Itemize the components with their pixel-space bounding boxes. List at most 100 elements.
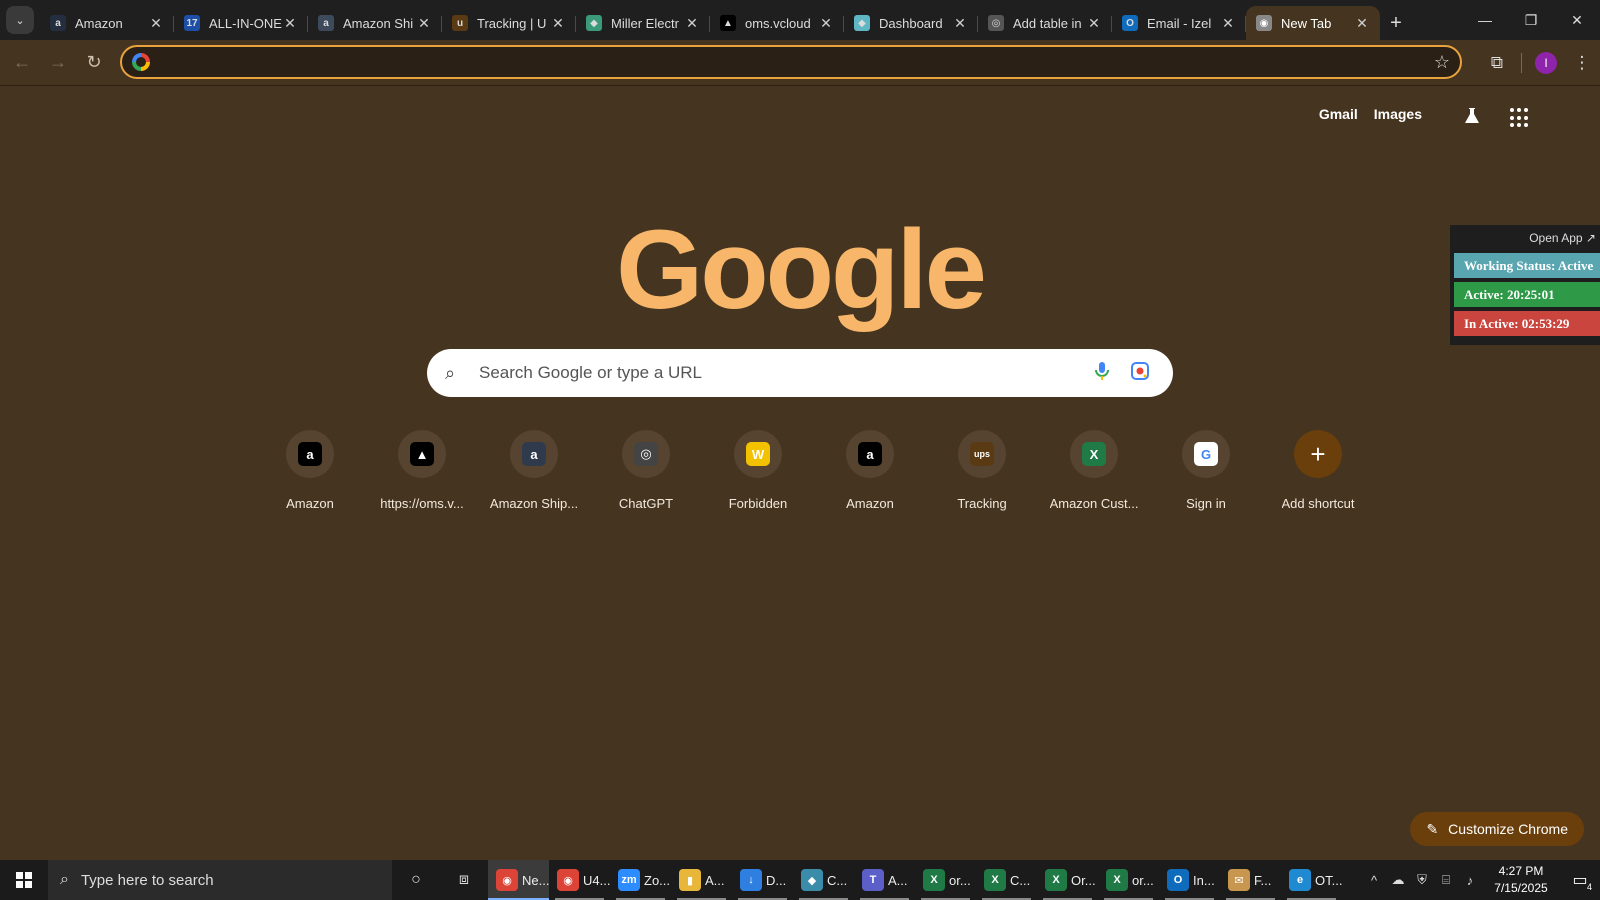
tab-5[interactable]: ▲ oms.vcloud ✕ [710, 6, 844, 40]
taskbar-app[interactable]: ◆ C... [793, 860, 854, 900]
close-tab-icon[interactable]: ✕ [148, 15, 164, 32]
customize-chrome-button[interactable]: ✎ Customize Chrome [1410, 812, 1584, 846]
taskbar-app-label: A... [888, 872, 908, 888]
tab-3[interactable]: u Tracking | U ✕ [442, 6, 576, 40]
tab-2[interactable]: a Amazon Shi ✕ [308, 6, 442, 40]
tab-0[interactable]: a Amazon ✕ [40, 6, 174, 40]
notification-center-button[interactable]: ▭ 4 [1560, 860, 1600, 900]
address-input[interactable] [160, 54, 1434, 70]
restore-button[interactable]: ❐ [1508, 0, 1554, 40]
lens-search-button[interactable] [1125, 361, 1155, 386]
close-tab-icon[interactable]: ✕ [1086, 15, 1102, 32]
plus-icon: + [1390, 11, 1402, 34]
labs-button[interactable] [1462, 106, 1482, 131]
taskbar-app[interactable]: ✉ F... [1220, 860, 1281, 900]
shortcut-tile[interactable]: W Forbidden [702, 430, 814, 511]
close-tab-icon[interactable]: ✕ [818, 15, 834, 32]
tab-7[interactable]: ◎ Add table in ✕ [978, 6, 1112, 40]
amazon-icon: a [50, 15, 66, 31]
shortcut-label: Forbidden [728, 496, 788, 511]
vcloud-icon: ▲ [410, 442, 434, 466]
google-apps-button[interactable] [1510, 108, 1530, 128]
tab-6[interactable]: ◆ Dashboard ✕ [844, 6, 978, 40]
taskbar-clock[interactable]: 4:27 PM 7/15/2025 [1482, 863, 1560, 897]
inactive-time-badge: In Active: 02:53:29 [1454, 311, 1600, 336]
search-box[interactable]: ⌕ [427, 349, 1173, 397]
security-icon[interactable]: ⛨ [1410, 872, 1434, 888]
shortcuts-grid: a Amazon ▲ https://oms.v... a Amazon Ship... ◎… [254, 430, 1374, 511]
forward-button[interactable]: → [40, 45, 76, 81]
taskbar-app[interactable]: ▮ A... [671, 860, 732, 900]
close-tab-icon[interactable]: ✕ [684, 15, 700, 32]
shortcut-icon-circle: G [1182, 430, 1230, 478]
taskbar-app[interactable]: T A... [854, 860, 915, 900]
gmail-link[interactable]: Gmail [1319, 106, 1358, 122]
close-tab-icon[interactable]: ✕ [550, 15, 566, 32]
tab-strip: ⌄ a Amazon ✕ 17 ALL-IN-ONE ✕ a Amazon Shi ✕ u Trac… [0, 0, 1600, 40]
volume-icon[interactable]: ♪ [1458, 873, 1482, 888]
google-logo: Google [616, 207, 987, 332]
menu-button[interactable]: ⋮ [1564, 45, 1600, 81]
taskbar-app-label: In... [1193, 872, 1215, 888]
profile-button[interactable]: I [1528, 45, 1564, 81]
shortcut-tile[interactable]: ◎ ChatGPT [590, 430, 702, 511]
close-tab-icon[interactable]: ✕ [952, 15, 968, 32]
taskbar-app-label: U4... [583, 872, 611, 888]
tab-4[interactable]: ◆ Miller Electr ✕ [576, 6, 710, 40]
taskbar-app[interactable]: Xor... [915, 860, 976, 900]
shortcut-icon-circle: ups [958, 430, 1006, 478]
shortcut-tile[interactable]: X Amazon Cust... [1038, 430, 1150, 511]
shortcut-tile[interactable]: G Sign in [1150, 430, 1262, 511]
tab-active[interactable]: ◉ New Tab ✕ [1246, 6, 1380, 40]
add-shortcut-label: Add shortcut [1281, 496, 1355, 511]
close-tab-icon[interactable]: ✕ [1220, 15, 1236, 32]
shortcut-tile[interactable]: ▲ https://oms.v... [366, 430, 478, 511]
onedrive-icon[interactable]: ☁ [1386, 872, 1410, 888]
tab-title: ALL-IN-ONE [209, 15, 282, 31]
shortcut-tile[interactable]: a Amazon Ship... [478, 430, 590, 511]
microphone-icon [1095, 361, 1109, 380]
taskbar-app[interactable]: ↓ D... [732, 860, 793, 900]
shortcut-tile[interactable]: a Amazon [814, 430, 926, 511]
notification-icon: ▭ [1572, 872, 1588, 889]
shortcut-icon-circle: a [846, 430, 894, 478]
address-bar[interactable]: ☆ [120, 45, 1462, 79]
tab-title: Dashboard [879, 15, 943, 31]
voice-search-button[interactable] [1087, 361, 1117, 386]
cortana-button[interactable]: ○ [392, 860, 440, 900]
back-button[interactable]: ← [4, 45, 40, 81]
close-tab-icon[interactable]: ✕ [416, 15, 432, 32]
add-shortcut-button[interactable]: + Add shortcut [1262, 430, 1374, 511]
close-tab-icon[interactable]: ✕ [1354, 15, 1370, 32]
tab-8[interactable]: O Email - Izel ✕ [1112, 6, 1246, 40]
taskbar-app[interactable]: ◉ Ne... [488, 860, 549, 900]
taskbar-search[interactable]: ⌕ Type here to search [48, 860, 392, 900]
tab-1[interactable]: 17 ALL-IN-ONE ✕ [174, 6, 308, 40]
tray-overflow-icon[interactable]: ^ [1362, 873, 1386, 888]
network-icon[interactable]: ⌸ [1434, 872, 1458, 888]
taskbar-app[interactable]: X C... [976, 860, 1037, 900]
shortcut-tile[interactable]: ups Tracking [926, 430, 1038, 511]
tab-search-button[interactable]: ⌄ [6, 6, 34, 34]
taskbar-app[interactable]: e OT... [1281, 860, 1342, 900]
close-tab-icon[interactable]: ✕ [282, 15, 298, 32]
close-window-button[interactable]: ✕ [1554, 0, 1600, 40]
taskbar-app[interactable]: O In... [1159, 860, 1220, 900]
task-view-button[interactable]: ⧈ [440, 860, 488, 900]
avatar: I [1535, 52, 1557, 74]
taskbar-app[interactable]: ◉ U4... [549, 860, 610, 900]
shortcut-tile[interactable]: a Amazon [254, 430, 366, 511]
bookmark-star-icon[interactable]: ☆ [1434, 52, 1450, 73]
taskbar-app[interactable]: zm Zo... [610, 860, 671, 900]
taskbar-app[interactable]: X Or... [1037, 860, 1098, 900]
clock-date: 7/15/2025 [1494, 881, 1548, 895]
open-app-link[interactable]: Open App ↗ [1450, 231, 1600, 249]
new-tab-button[interactable]: + [1380, 6, 1412, 40]
minimize-button[interactable]: — [1462, 0, 1508, 40]
search-input[interactable] [479, 363, 1087, 383]
images-link[interactable]: Images [1374, 106, 1422, 122]
taskbar-app[interactable]: Xor... [1098, 860, 1159, 900]
reload-button[interactable]: ↻ [76, 45, 112, 81]
start-button[interactable] [0, 860, 48, 900]
extensions-button[interactable]: ⧉ [1479, 45, 1515, 81]
